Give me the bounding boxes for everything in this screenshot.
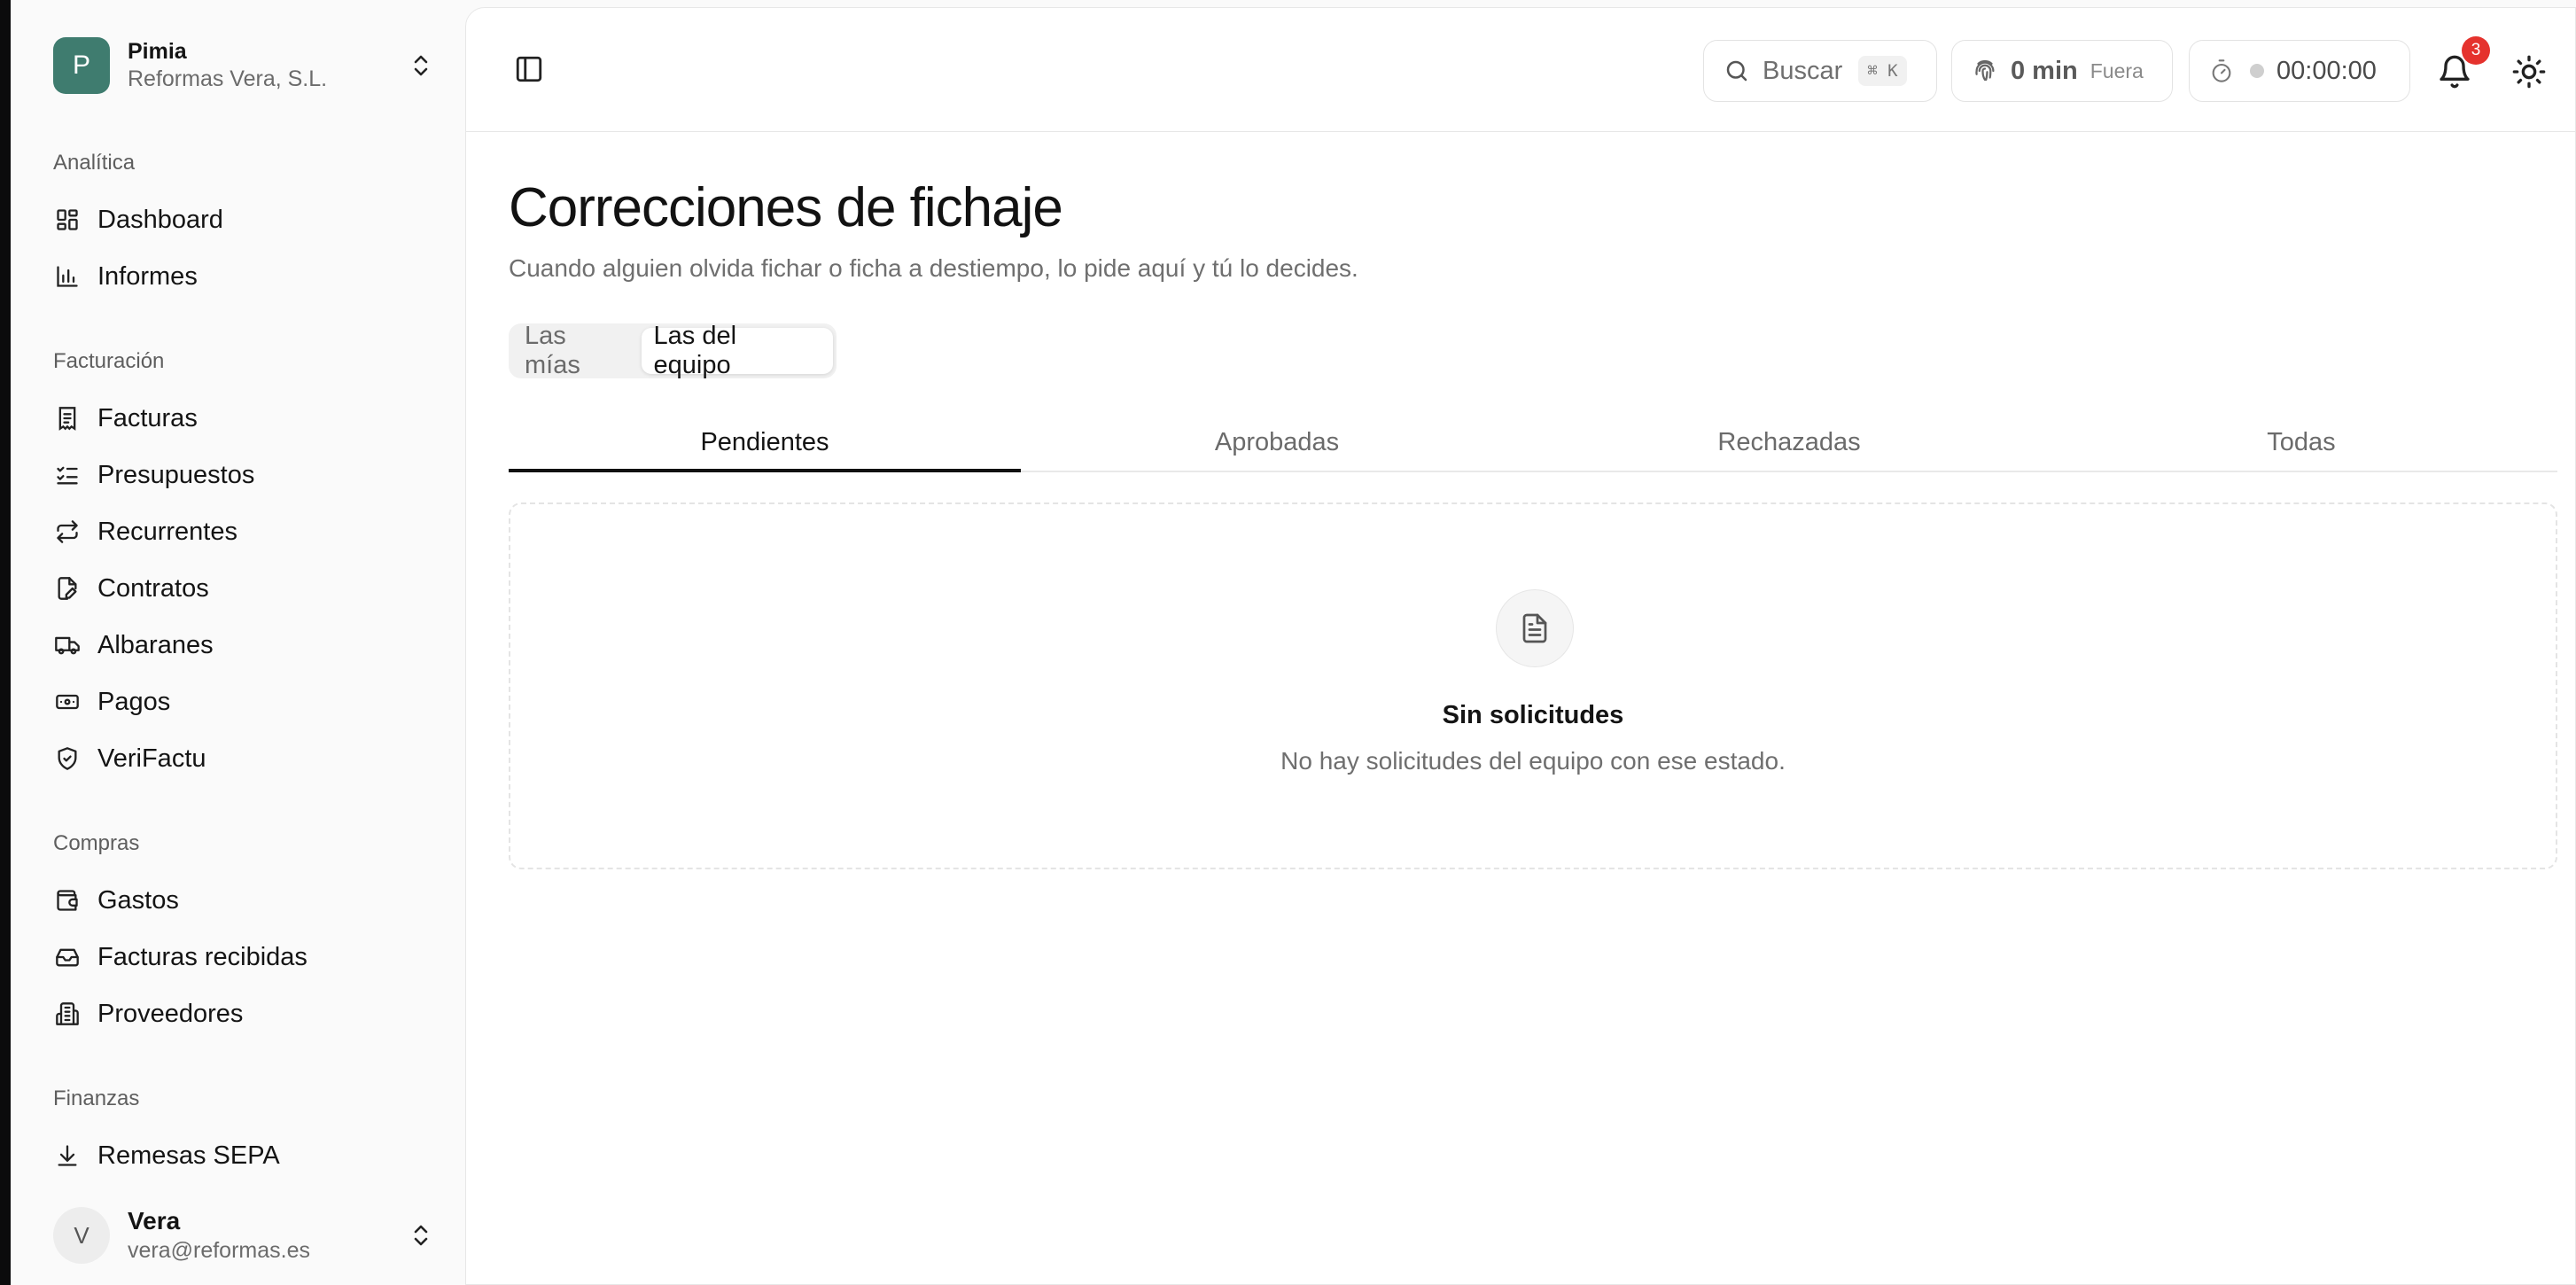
sidebar-item-label: Albaranes — [97, 630, 214, 659]
search-label: Buscar — [1763, 56, 1843, 85]
download-icon — [53, 1141, 82, 1170]
dashboard-icon — [53, 206, 82, 234]
user-menu[interactable]: V Vera vera@reformas.es — [53, 1198, 434, 1273]
repeat-icon — [53, 518, 82, 546]
sun-icon[interactable] — [2511, 54, 2547, 90]
sidebar-item-facturas-recibidas[interactable]: Facturas recibidas — [53, 932, 434, 982]
list-checks-icon — [53, 461, 82, 489]
avatar: V — [53, 1207, 110, 1264]
sidebar-item-label: Remesas SEPA — [97, 1141, 280, 1170]
chevrons-up-down-icon — [408, 1218, 434, 1253]
sidebar-item-contratos[interactable]: Contratos — [53, 564, 434, 613]
search-button[interactable]: Buscar ⌘ K — [1703, 40, 1937, 102]
sidebar: P Pimia Reformas Vera, S.L. Analítica Da… — [11, 0, 465, 1285]
section-label-compras: Compras — [53, 831, 140, 855]
chevrons-up-down-icon — [408, 48, 434, 83]
sidebar-item-label: Presupuestos — [97, 460, 255, 489]
banknote-icon — [53, 688, 82, 716]
org-avatar: P — [53, 37, 110, 94]
org-text: Pimia Reformas Vera, S.L. — [128, 38, 408, 93]
tab-todas[interactable]: Todas — [2045, 414, 2557, 471]
org-switcher[interactable]: P Pimia Reformas Vera, S.L. — [53, 35, 434, 96]
sidebar-item-informes[interactable]: Informes — [53, 252, 434, 301]
inbox-icon — [53, 943, 82, 971]
sidebar-item-label: Informes — [97, 261, 198, 291]
search-icon — [1724, 58, 1750, 84]
clock-minutes: 0 min — [2011, 56, 2078, 85]
fingerprint-icon — [1972, 58, 1998, 84]
notification-badge: 3 — [2462, 36, 2490, 65]
sidebar-item-label: Gastos — [97, 885, 179, 915]
section-label-analitica: Analítica — [53, 151, 136, 175]
topbar: Buscar ⌘ K 0 min Fuera 00:00:00 3 — [466, 8, 2575, 132]
truck-icon — [53, 631, 82, 659]
sidebar-item-albaranes[interactable]: Albaranes — [53, 620, 434, 670]
page-subtitle: Cuando alguien olvida fichar o ficha a d… — [509, 254, 1358, 282]
sidebar-item-recurrentes[interactable]: Recurrentes — [53, 507, 434, 557]
wallet-icon — [53, 886, 82, 915]
sidebar-item-pagos[interactable]: Pagos — [53, 677, 434, 727]
clock-state: Fuera — [2090, 58, 2144, 82]
sidebar-item-label: Facturas recibidas — [97, 942, 307, 971]
keyboard-shortcut: ⌘ K — [1858, 56, 1907, 86]
building-icon — [53, 1000, 82, 1028]
file-text-icon — [1496, 589, 1574, 667]
sidebar-item-facturas[interactable]: Facturas — [53, 393, 434, 443]
sidebar-item-label: Recurrentes — [97, 517, 237, 546]
sidebar-item-gastos[interactable]: Gastos — [53, 876, 434, 925]
sidebar-item-label: Proveedores — [97, 999, 244, 1028]
empty-state-description: No hay solicitudes del equipo con ese es… — [1280, 747, 1786, 775]
section-label-finanzas: Finanzas — [53, 1086, 140, 1110]
empty-state-title: Sin solicitudes — [1442, 701, 1624, 729]
org-company: Reformas Vera, S.L. — [128, 66, 328, 91]
page-title: Correcciones de fichaje — [509, 177, 1063, 238]
user-name: Vera — [128, 1207, 181, 1234]
scope-toggle: Las mías Las del equipo — [509, 322, 837, 379]
clock-in-status[interactable]: 0 min Fuera — [1951, 40, 2173, 102]
org-name: Pimia — [128, 39, 187, 64]
scope-option-mine[interactable]: Las mías — [512, 322, 642, 379]
section-label-facturacion: Facturación — [53, 349, 165, 373]
file-pen-icon — [53, 574, 82, 603]
sidebar-item-label: Pagos — [97, 687, 171, 716]
sidebar-item-label: VeriFactu — [97, 744, 206, 773]
sidebar-item-remesas-sepa[interactable]: Remesas SEPA — [53, 1131, 434, 1180]
shield-check-icon — [53, 744, 82, 773]
timer-value: 00:00:00 — [2276, 56, 2377, 85]
timer-button[interactable]: 00:00:00 — [2189, 40, 2410, 102]
empty-state: Sin solicitudes No hay solicitudes del e… — [509, 502, 2557, 869]
tab-pendientes[interactable]: Pendientes — [509, 414, 1021, 472]
sidebar-item-verifactu[interactable]: VeriFactu — [53, 734, 434, 783]
receipt-icon — [53, 404, 82, 432]
tab-rechazadas[interactable]: Rechazadas — [1533, 414, 2045, 471]
bar-chart-icon — [53, 262, 82, 291]
sidebar-item-presupuestos[interactable]: Presupuestos — [53, 450, 434, 500]
timer-icon — [2209, 58, 2234, 83]
status-tabs: Pendientes Aprobadas Rechazadas Todas — [509, 414, 2557, 472]
main-panel: Buscar ⌘ K 0 min Fuera 00:00:00 3 Correc — [465, 7, 2576, 1285]
tab-aprobadas[interactable]: Aprobadas — [1021, 414, 1533, 471]
app-window: P Pimia Reformas Vera, S.L. Analítica Da… — [11, 0, 2576, 1285]
sidebar-item-label: Dashboard — [97, 205, 223, 234]
user-text: Vera vera@reformas.es — [128, 1206, 408, 1265]
scope-option-team[interactable]: Las del equipo — [641, 322, 833, 379]
user-email: vera@reformas.es — [128, 1238, 310, 1263]
sidebar-item-label: Contratos — [97, 573, 209, 603]
sidebar-toggle-icon[interactable] — [514, 54, 546, 86]
timer-status-dot — [2250, 64, 2264, 78]
sidebar-item-label: Facturas — [97, 403, 198, 432]
sidebar-item-proveedores[interactable]: Proveedores — [53, 989, 434, 1039]
sidebar-item-dashboard[interactable]: Dashboard — [53, 195, 434, 245]
